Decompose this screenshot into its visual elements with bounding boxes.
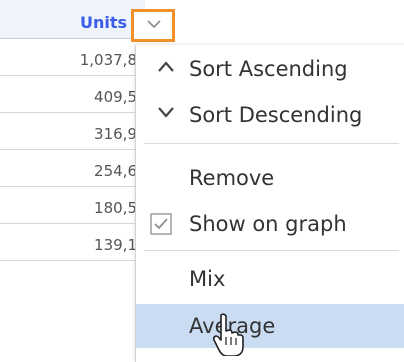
menu-item-label: Remove xyxy=(189,166,275,190)
menu-item-show-on-graph[interactable]: Show on graph xyxy=(136,202,404,246)
chevron-down-icon xyxy=(147,20,161,29)
menu-divider xyxy=(144,250,399,251)
hand-cursor-icon xyxy=(212,313,244,356)
menu-item-mix[interactable]: Mix xyxy=(136,257,404,301)
menu-item-label: Sort Descending xyxy=(189,103,363,127)
cell-value: 316,9 xyxy=(94,125,137,143)
cell-value: 1,037,8 xyxy=(79,51,137,69)
menu-item-label: Mix xyxy=(189,267,226,291)
units-column: Units 1,037,8 409,5 316,9 254,6 180,5 13… xyxy=(0,0,145,261)
column-menu-button[interactable] xyxy=(131,9,175,42)
table-row: 409,5 xyxy=(0,76,145,113)
checkbox-checked-icon xyxy=(150,213,172,235)
column-dropdown-menu: Sort Ascending Sort Descending Remove Sh… xyxy=(135,45,404,362)
cell-value: 180,5 xyxy=(94,199,137,217)
menu-item-sort-ascending[interactable]: Sort Ascending xyxy=(136,47,404,91)
menu-divider xyxy=(144,143,399,144)
table-row: 180,5 xyxy=(0,187,145,224)
chevron-down-icon xyxy=(158,107,174,118)
menu-item-label: Sort Ascending xyxy=(189,57,348,81)
menu-item-label: Show on graph xyxy=(189,212,347,236)
table-row: 139,1 xyxy=(0,224,145,261)
column-title: Units xyxy=(79,13,127,32)
menu-item-sort-descending[interactable]: Sort Descending xyxy=(136,93,404,137)
table-row: 254,6 xyxy=(0,150,145,187)
chevron-up-icon xyxy=(158,61,174,72)
menu-item-remove[interactable]: Remove xyxy=(136,156,404,200)
cell-value: 409,5 xyxy=(94,88,137,106)
table-row: 1,037,8 xyxy=(0,39,145,76)
cell-value: 254,6 xyxy=(94,162,137,180)
menu-item-average[interactable]: Average xyxy=(136,304,404,348)
column-header: Units xyxy=(0,0,145,39)
cell-value: 139,1 xyxy=(94,236,137,254)
table-row: 316,9 xyxy=(0,113,145,150)
